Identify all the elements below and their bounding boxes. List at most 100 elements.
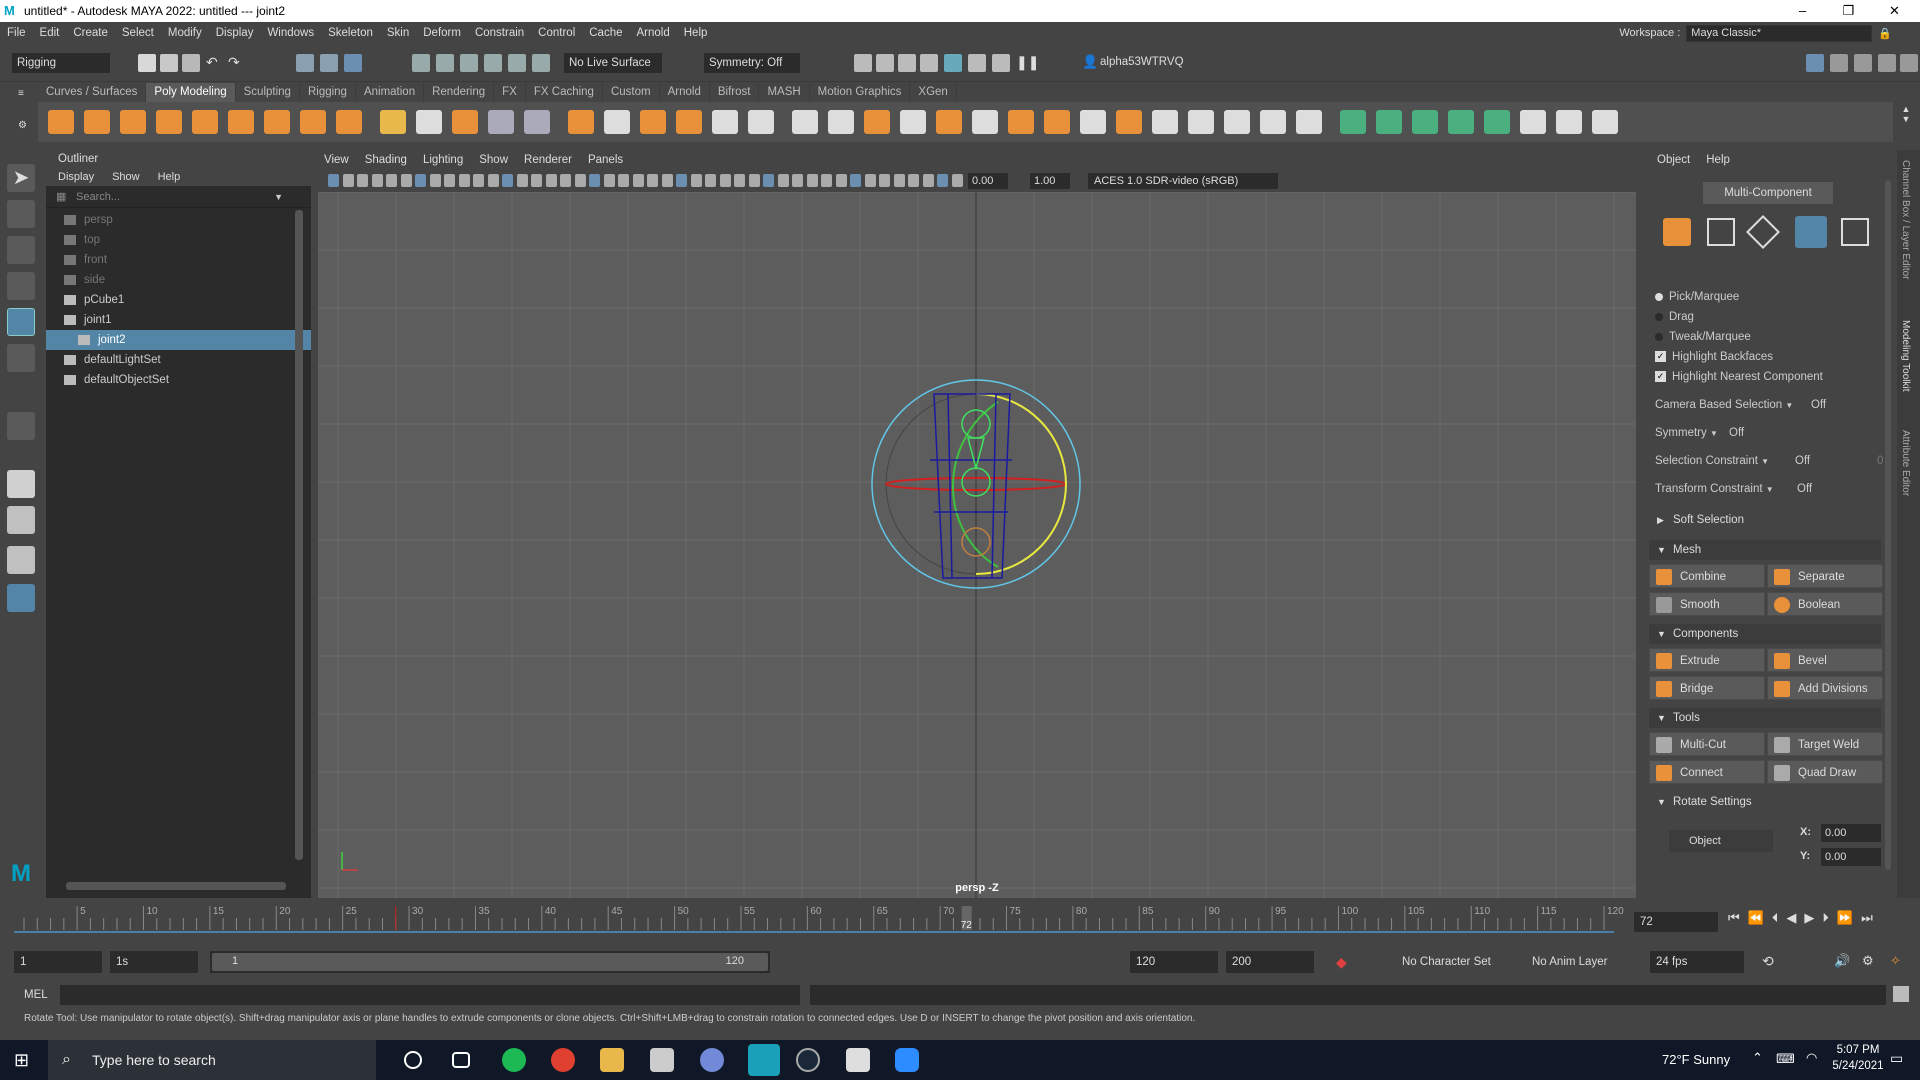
shelf-tab-sculpting[interactable]: Sculpting — [236, 83, 300, 102]
viewport-tool-icon[interactable] — [487, 174, 499, 187]
toolkit-menu-help[interactable]: Help — [1706, 150, 1730, 170]
save-scene-icon[interactable] — [182, 54, 200, 72]
viewport-tool-icon[interactable] — [444, 174, 455, 187]
shelf-tool-icon[interactable] — [1520, 110, 1546, 134]
camera-based-selection-row[interactable]: Camera Based Selection ▼ Off — [1655, 396, 1885, 414]
selection-constraint-row[interactable]: Selection Constraint ▼ Off 0 — [1655, 452, 1885, 470]
minimize-icon[interactable]: – — [1780, 0, 1825, 22]
viewport-persp[interactable]: persp -Z — [318, 192, 1636, 898]
script-language-label[interactable]: MEL — [24, 989, 48, 1001]
user-account-dropdown[interactable]: alpha53WTRVQ — [1100, 56, 1184, 68]
playback-prefs-icon[interactable]: ⚙ — [1862, 953, 1874, 969]
symmetry-dropdown[interactable]: Symmetry: Off — [704, 53, 800, 73]
undo-icon[interactable]: ↶ — [206, 54, 224, 72]
outliner-item-pcube1[interactable]: pCube1 — [46, 290, 311, 310]
paint-select-tool-icon[interactable] — [7, 236, 35, 264]
step-forward-frame-icon[interactable]: ⏵ — [1822, 910, 1829, 926]
select-component-icon[interactable] — [344, 54, 362, 72]
script-editor-icon[interactable] — [1893, 986, 1909, 1002]
extrude-button[interactable]: Extrude — [1649, 648, 1765, 672]
file-explorer-icon[interactable] — [600, 1048, 624, 1072]
rotate-object-dropdown[interactable]: Object — [1669, 830, 1773, 852]
outliner-menu-display[interactable]: Display — [58, 168, 94, 186]
arnold-render-icon[interactable] — [968, 54, 986, 72]
shelf-scroll-icon[interactable]: ▲ ▼ — [1900, 104, 1912, 140]
bridge-button[interactable]: Bridge — [1649, 676, 1765, 700]
ipr-render-icon[interactable] — [876, 54, 894, 72]
fps-dropdown[interactable]: 24 fps — [1650, 951, 1744, 973]
clock-time[interactable]: 5:07 PM — [1832, 1044, 1884, 1056]
viewport-tool-icon[interactable] — [371, 174, 383, 187]
shelf-tool-icon[interactable] — [1484, 110, 1510, 134]
connect-button[interactable]: Connect — [1649, 760, 1765, 784]
highlight-backfaces-checkbox[interactable]: ✓ Highlight Backfaces — [1655, 348, 1773, 366]
highlight-nearest-checkbox[interactable]: ✓ Highlight Nearest Component — [1655, 368, 1823, 386]
scene-end-field[interactable]: 200 — [1226, 951, 1314, 973]
keyboard-icon[interactable]: ⌨ — [1776, 1051, 1795, 1067]
shelf-tool-icon[interactable] — [1152, 110, 1178, 134]
gamma-value[interactable]: 1.00 — [1030, 173, 1070, 189]
viewport-menu-renderer[interactable]: Renderer — [524, 150, 572, 170]
toolkit-scrollbar[interactable] — [1885, 180, 1891, 870]
edge-mode-icon[interactable] — [1746, 215, 1780, 249]
shelf-tool-icon[interactable] — [568, 110, 594, 134]
shelf-tool-icon[interactable] — [828, 110, 854, 134]
viewport-tool-icon[interactable] — [893, 174, 905, 187]
components-section[interactable]: ▼ Components — [1649, 624, 1881, 644]
shelf-tool-icon[interactable] — [748, 110, 774, 134]
tray-chevron-icon[interactable]: ⌃ — [1752, 1050, 1763, 1066]
tools-section[interactable]: ▼ Tools — [1649, 708, 1881, 728]
scene-start-field[interactable]: 1 — [14, 951, 102, 973]
boolean-button[interactable]: Boolean — [1767, 592, 1883, 616]
toolkit-menu-object[interactable]: Object — [1657, 150, 1690, 170]
app-icon[interactable] — [650, 1048, 674, 1072]
viewport-tool-icon[interactable] — [458, 174, 470, 187]
shelf-tool-icon[interactable] — [936, 110, 962, 134]
shelf-tool-icon[interactable] — [1224, 110, 1250, 134]
shelf-tool-icon[interactable] — [1044, 110, 1070, 134]
outliner-menu-help[interactable]: Help — [158, 168, 181, 186]
range-handle[interactable]: 1 120 — [212, 953, 768, 971]
shelf-tool-icon[interactable] — [640, 110, 666, 134]
bevel-button[interactable]: Bevel — [1767, 648, 1883, 672]
shelf-tool-icon[interactable] — [300, 110, 326, 134]
shelf-tool-icon[interactable] — [1592, 110, 1618, 134]
restore-icon[interactable]: ❐ — [1826, 0, 1871, 22]
shelf-tool-icon[interactable] — [1556, 110, 1582, 134]
viewport-tool-icon[interactable] — [879, 174, 890, 187]
toggle-tool-settings-icon[interactable] — [1854, 54, 1872, 72]
viewport-tool-icon[interactable] — [328, 174, 339, 187]
move-tool-icon[interactable] — [7, 272, 35, 300]
toggle-channel-box-icon[interactable] — [1878, 54, 1896, 72]
viewport-tool-icon[interactable] — [357, 174, 368, 187]
shelf-tool-icon[interactable] — [864, 110, 890, 134]
weather-text[interactable]: 72°F Sunny — [1662, 1052, 1730, 1067]
viewport-tool-icon[interactable] — [386, 174, 397, 187]
menu-windows[interactable]: Windows — [260, 27, 321, 39]
snap-point-icon[interactable] — [460, 54, 478, 72]
shelf-tool-icon[interactable] — [48, 110, 74, 134]
viewport-tool-icon[interactable] — [719, 174, 731, 187]
sound-icon[interactable]: 🔊 — [1834, 953, 1850, 969]
viewport-tool-icon[interactable] — [763, 174, 774, 187]
shelf-tool-icon[interactable] — [900, 110, 926, 134]
open-scene-icon[interactable] — [160, 54, 178, 72]
zoom-icon[interactable] — [895, 1048, 919, 1072]
viewport-tool-icon[interactable] — [589, 174, 600, 187]
viewport-menu-panels[interactable]: Panels — [588, 150, 623, 170]
separate-button[interactable]: Separate — [1767, 564, 1883, 588]
viewport-tool-icon[interactable] — [835, 174, 847, 187]
arnold-ipr-icon[interactable] — [992, 54, 1010, 72]
uv-mode-icon[interactable] — [1841, 218, 1869, 246]
four-pane-layout-icon[interactable] — [7, 506, 35, 534]
outliner-item-persp[interactable]: persp — [46, 210, 311, 230]
viewport-tool-icon[interactable] — [922, 174, 934, 187]
shelf-tab-motion-graphics[interactable]: Motion Graphics — [810, 83, 911, 102]
shelf-tool-icon[interactable] — [156, 110, 182, 134]
menu-edit[interactable]: Edit — [33, 27, 67, 39]
select-hierarchy-icon[interactable] — [296, 54, 314, 72]
play-backwards-icon[interactable]: ◀ — [1786, 910, 1796, 926]
shelf-tool-icon[interactable] — [336, 110, 362, 134]
shelf-menu-icon[interactable]: ≡ — [18, 88, 30, 99]
rotate-y-field[interactable]: 0.00 — [1821, 848, 1881, 866]
